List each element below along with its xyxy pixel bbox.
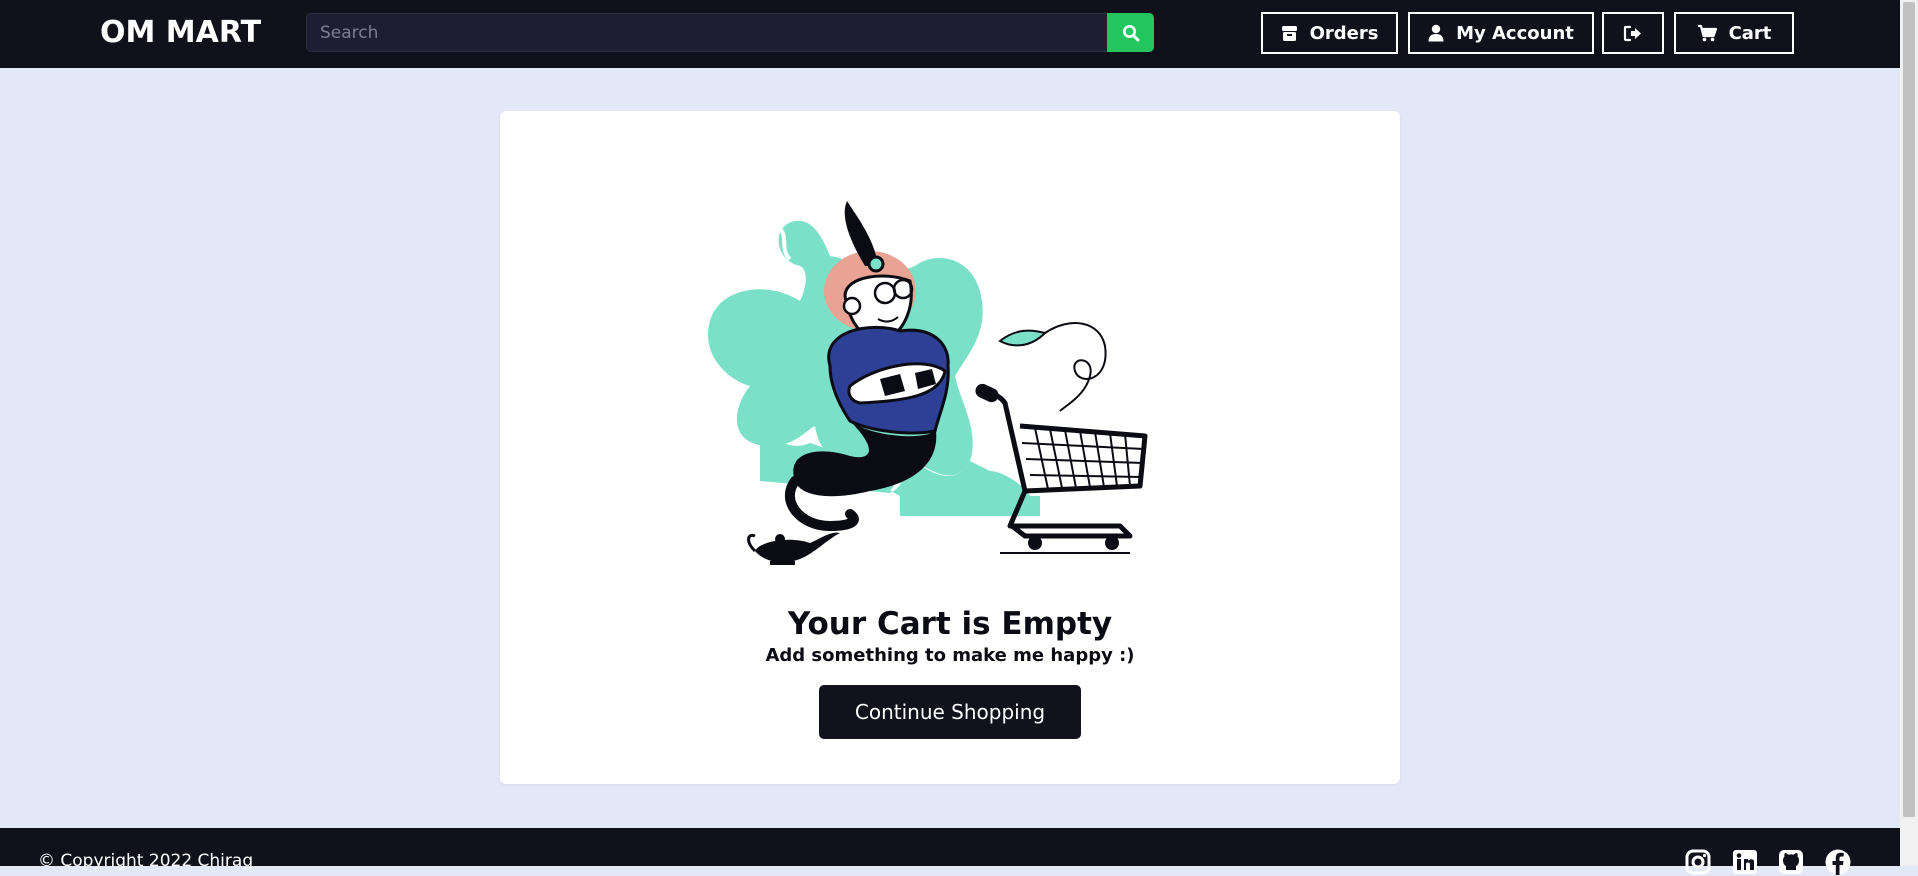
instagram-icon[interactable] [1684,848,1712,876]
top-navbar: OM MART Orders My Account [0,0,1900,68]
my-account-button[interactable]: My Account [1408,12,1594,54]
linkedin-icon[interactable] [1731,848,1759,876]
user-icon [1428,24,1444,42]
brand-logo[interactable]: OM MART [100,14,261,52]
github-icon[interactable] [1777,848,1805,876]
page-scrollbar[interactable] [1900,0,1918,866]
scrollbar-thumb[interactable] [1903,2,1915,817]
cart-label: Cart [1728,22,1772,44]
footer: © Copyright 2022 Chirag [0,828,1900,875]
empty-cart-subtitle: Add something to make me happy :) [765,645,1135,666]
orders-button[interactable]: Orders [1261,12,1398,54]
search-bar [306,13,1154,52]
empty-cart-title: Your Cart is Empty [787,606,1113,642]
genie-cart-illustration [708,201,1148,565]
orders-label: Orders [1309,22,1379,44]
box-icon [1281,25,1297,41]
facebook-icon[interactable] [1824,848,1852,876]
copyright-text: © Copyright 2022 Chirag [38,851,254,871]
logout-button[interactable] [1602,12,1664,54]
sign-out-icon [1623,25,1641,41]
my-account-label: My Account [1456,22,1574,44]
search-input[interactable] [307,14,1107,51]
continue-shopping-button[interactable]: Continue Shopping [819,685,1081,739]
search-button[interactable] [1107,13,1154,52]
search-icon [1122,24,1139,41]
empty-cart-card: Your Cart is Empty Add something to make… [500,111,1400,784]
shopping-cart-icon [1697,24,1717,42]
cart-button[interactable]: Cart [1674,12,1794,54]
